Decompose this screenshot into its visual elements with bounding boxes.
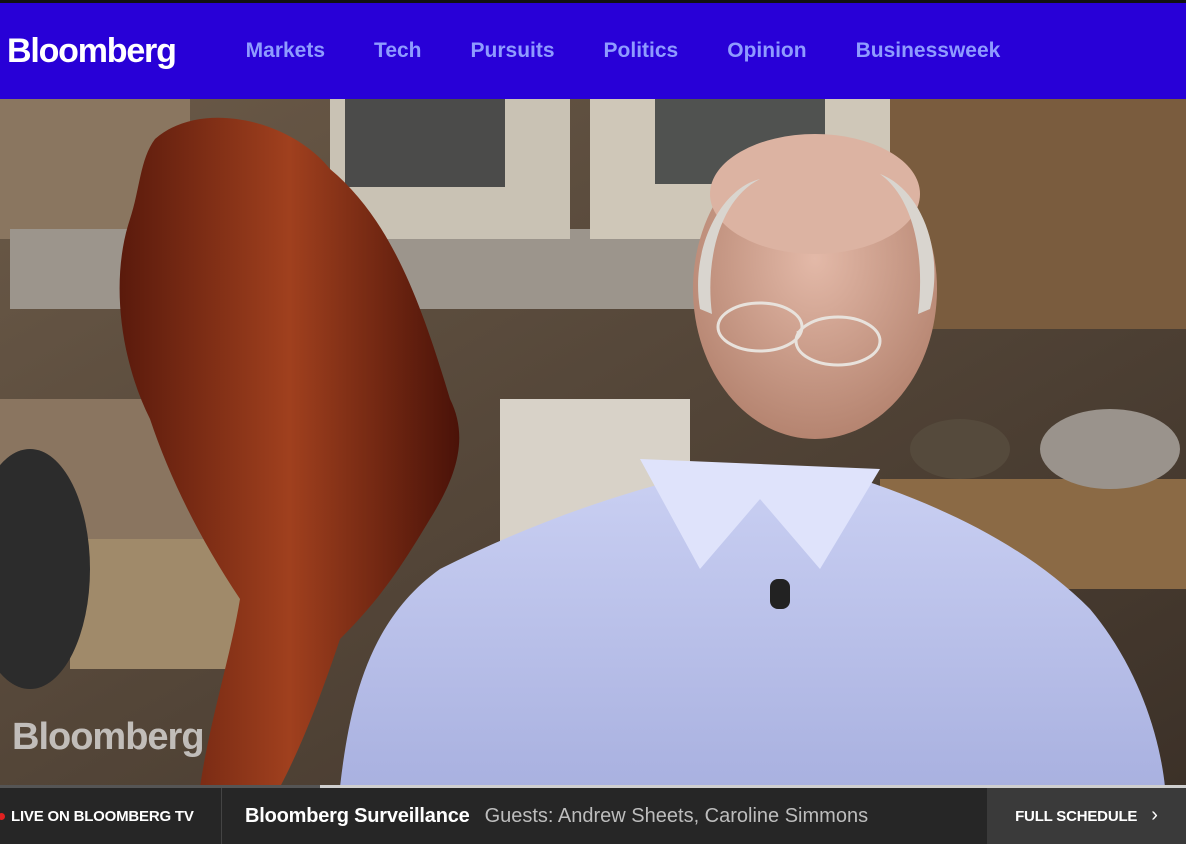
show-title: Bloomberg Surveillance — [245, 804, 470, 827]
video-frame — [0, 99, 1186, 787]
current-show[interactable]: Bloomberg Surveillance Guests: Andrew Sh… — [245, 805, 987, 828]
site-header: Bloomberg Markets Tech Pursuits Politics… — [0, 0, 1186, 99]
bloomberg-logo[interactable]: Bloomberg — [7, 32, 177, 71]
nav-opinion[interactable]: Opinion — [727, 39, 806, 63]
live-tv-bar: LIVE ON BLOOMBERG TV Bloomberg Surveilla… — [0, 788, 1186, 844]
live-dot-icon — [0, 812, 5, 820]
nav-politics[interactable]: Politics — [604, 39, 679, 63]
nav-businessweek[interactable]: Businessweek — [856, 39, 1001, 63]
full-schedule-label: FULL SCHEDULE — [1015, 807, 1138, 825]
live-on-bloomberg-tv[interactable]: LIVE ON BLOOMBERG TV — [0, 788, 222, 844]
bloomberg-watermark: Bloomberg — [12, 716, 205, 758]
show-guests: Guests: Andrew Sheets, Caroline Simmons — [484, 804, 869, 827]
nav-tech[interactable]: Tech — [374, 39, 421, 63]
video-player[interactable]: Bloomberg — [0, 99, 1186, 787]
main-nav: Markets Tech Pursuits Politics Opinion B… — [246, 39, 1001, 63]
full-schedule-button[interactable]: FULL SCHEDULE › — [987, 788, 1186, 844]
chevron-right-icon: › — [1151, 804, 1158, 826]
nav-markets[interactable]: Markets — [246, 39, 325, 63]
live-label: LIVE ON BLOOMBERG TV — [11, 807, 194, 825]
nav-pursuits[interactable]: Pursuits — [471, 39, 555, 63]
